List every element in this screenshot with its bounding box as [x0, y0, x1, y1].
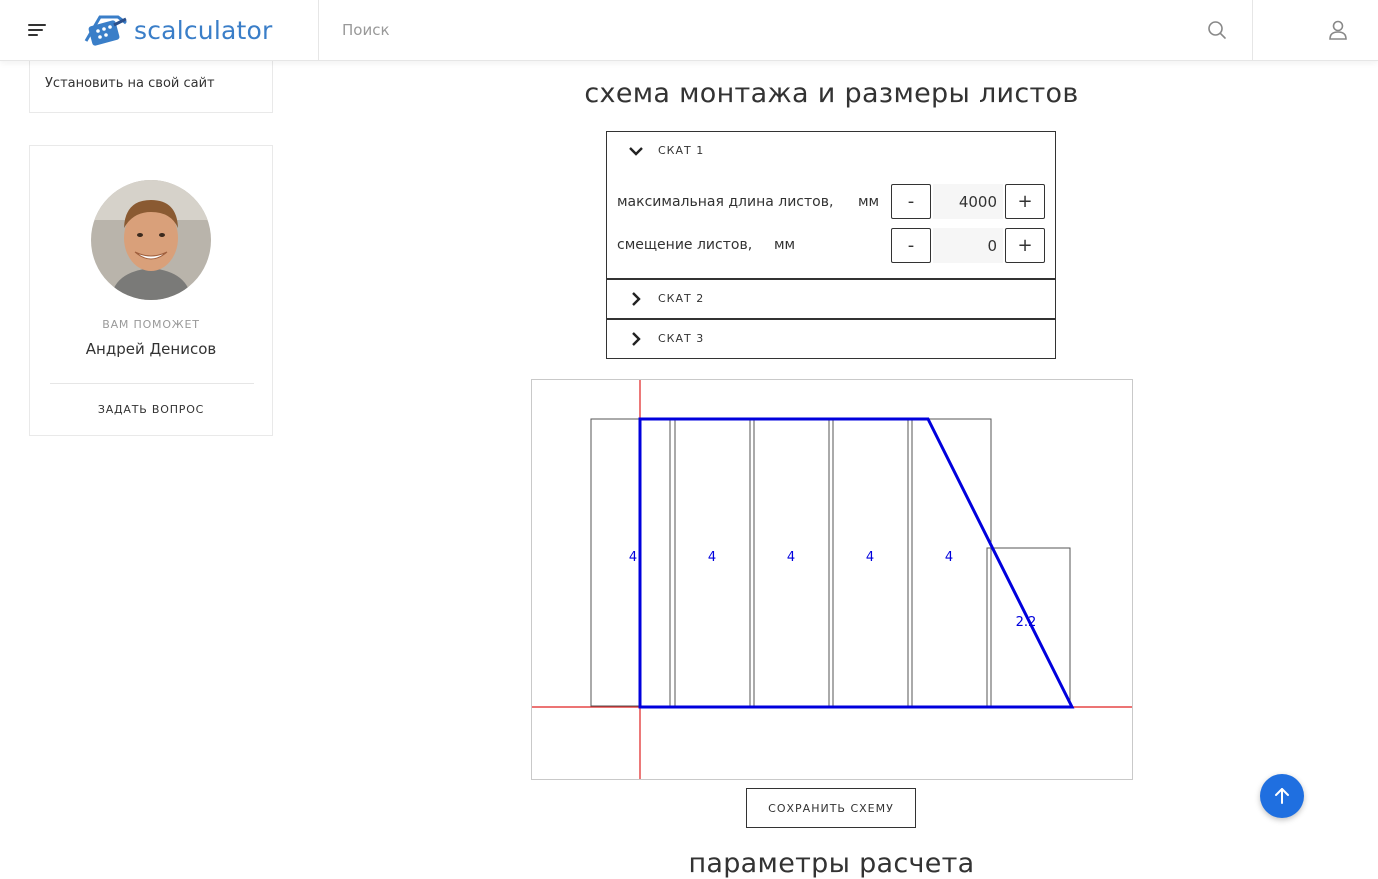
- max-length-decrement-button[interactable]: -: [891, 184, 931, 219]
- max-length-increment-button[interactable]: +: [1005, 184, 1045, 219]
- offset-unit: мм: [774, 237, 796, 253]
- header-divider: [1252, 0, 1253, 61]
- max-length-label: максимальная длина листов,: [617, 194, 834, 210]
- arrow-up-icon: [1275, 788, 1289, 804]
- max-length-input[interactable]: [933, 184, 1003, 219]
- user-profile-icon[interactable]: [1327, 19, 1349, 41]
- scheme-section-title: схема монтажа и размеры листов: [584, 78, 1079, 109]
- offset-label: смещение листов,: [617, 237, 753, 253]
- slope-1-label: СКАТ 1: [658, 144, 705, 157]
- top-header: scalculator: [0, 0, 1378, 61]
- slope-1-params: максимальная длина листов, мм - + смещен…: [606, 170, 1056, 279]
- helper-caption: ВАМ ПОМОЖЕТ: [102, 318, 200, 331]
- save-scheme-button[interactable]: СОХРАНИТЬ СХЕМУ: [746, 788, 916, 828]
- installation-scheme: 4 4 4 4 4 2.2: [531, 379, 1133, 780]
- chevron-down-icon: [629, 147, 643, 156]
- helper-avatar: [91, 180, 211, 300]
- search-icon[interactable]: [1207, 20, 1227, 40]
- params-section-title: параметры расчета: [688, 848, 975, 879]
- sheet-label: 4: [708, 550, 716, 565]
- offset-input[interactable]: [933, 228, 1003, 263]
- max-length-unit: мм: [858, 194, 880, 210]
- chevron-right-icon: [632, 332, 641, 346]
- sheet-label: 4: [945, 550, 953, 565]
- slope-3-label: СКАТ 3: [658, 332, 705, 345]
- helper-name: Андрей Денисов: [85, 340, 217, 358]
- divider: [50, 383, 254, 384]
- scroll-to-top-button[interactable]: [1260, 774, 1304, 818]
- search-input[interactable]: [342, 16, 1182, 44]
- logo-text: scalculator: [134, 15, 273, 45]
- install-widget-link[interactable]: Установить на свой сайт: [45, 76, 215, 91]
- chevron-right-icon: [632, 292, 641, 306]
- header-divider: [318, 0, 319, 61]
- slope-2-accordion: СКАТ 2: [606, 279, 1056, 319]
- ask-question-link[interactable]: ЗАДАТЬ ВОПРОС: [30, 403, 272, 416]
- sheet-label: 4: [787, 550, 795, 565]
- offset-increment-button[interactable]: +: [1005, 228, 1045, 263]
- site-logo[interactable]: scalculator: [84, 11, 272, 49]
- slope-1-accordion: СКАТ 1: [606, 131, 1056, 171]
- sheet-label: 4: [629, 550, 637, 565]
- helper-card: ВАМ ПОМОЖЕТ Андрей Денисов ЗАДАТЬ ВОПРОС: [29, 145, 273, 436]
- slope-2-header[interactable]: СКАТ 2: [607, 280, 1055, 318]
- slope-1-header[interactable]: СКАТ 1: [607, 132, 1055, 170]
- calculator-logo-icon: [84, 15, 127, 46]
- scheme-canvas: 4 4 4 4 4 2.2: [532, 380, 1132, 779]
- sheet-label: 4: [866, 550, 874, 565]
- slope-3-accordion: СКАТ 3: [606, 319, 1056, 359]
- slope-3-header[interactable]: СКАТ 3: [607, 320, 1055, 358]
- offset-decrement-button[interactable]: -: [891, 228, 931, 263]
- slope-2-label: СКАТ 2: [658, 292, 705, 305]
- hamburger-menu-icon[interactable]: [28, 22, 46, 38]
- sheet-label: 2.2: [1016, 615, 1037, 630]
- slope-outline: [638, 417, 1075, 709]
